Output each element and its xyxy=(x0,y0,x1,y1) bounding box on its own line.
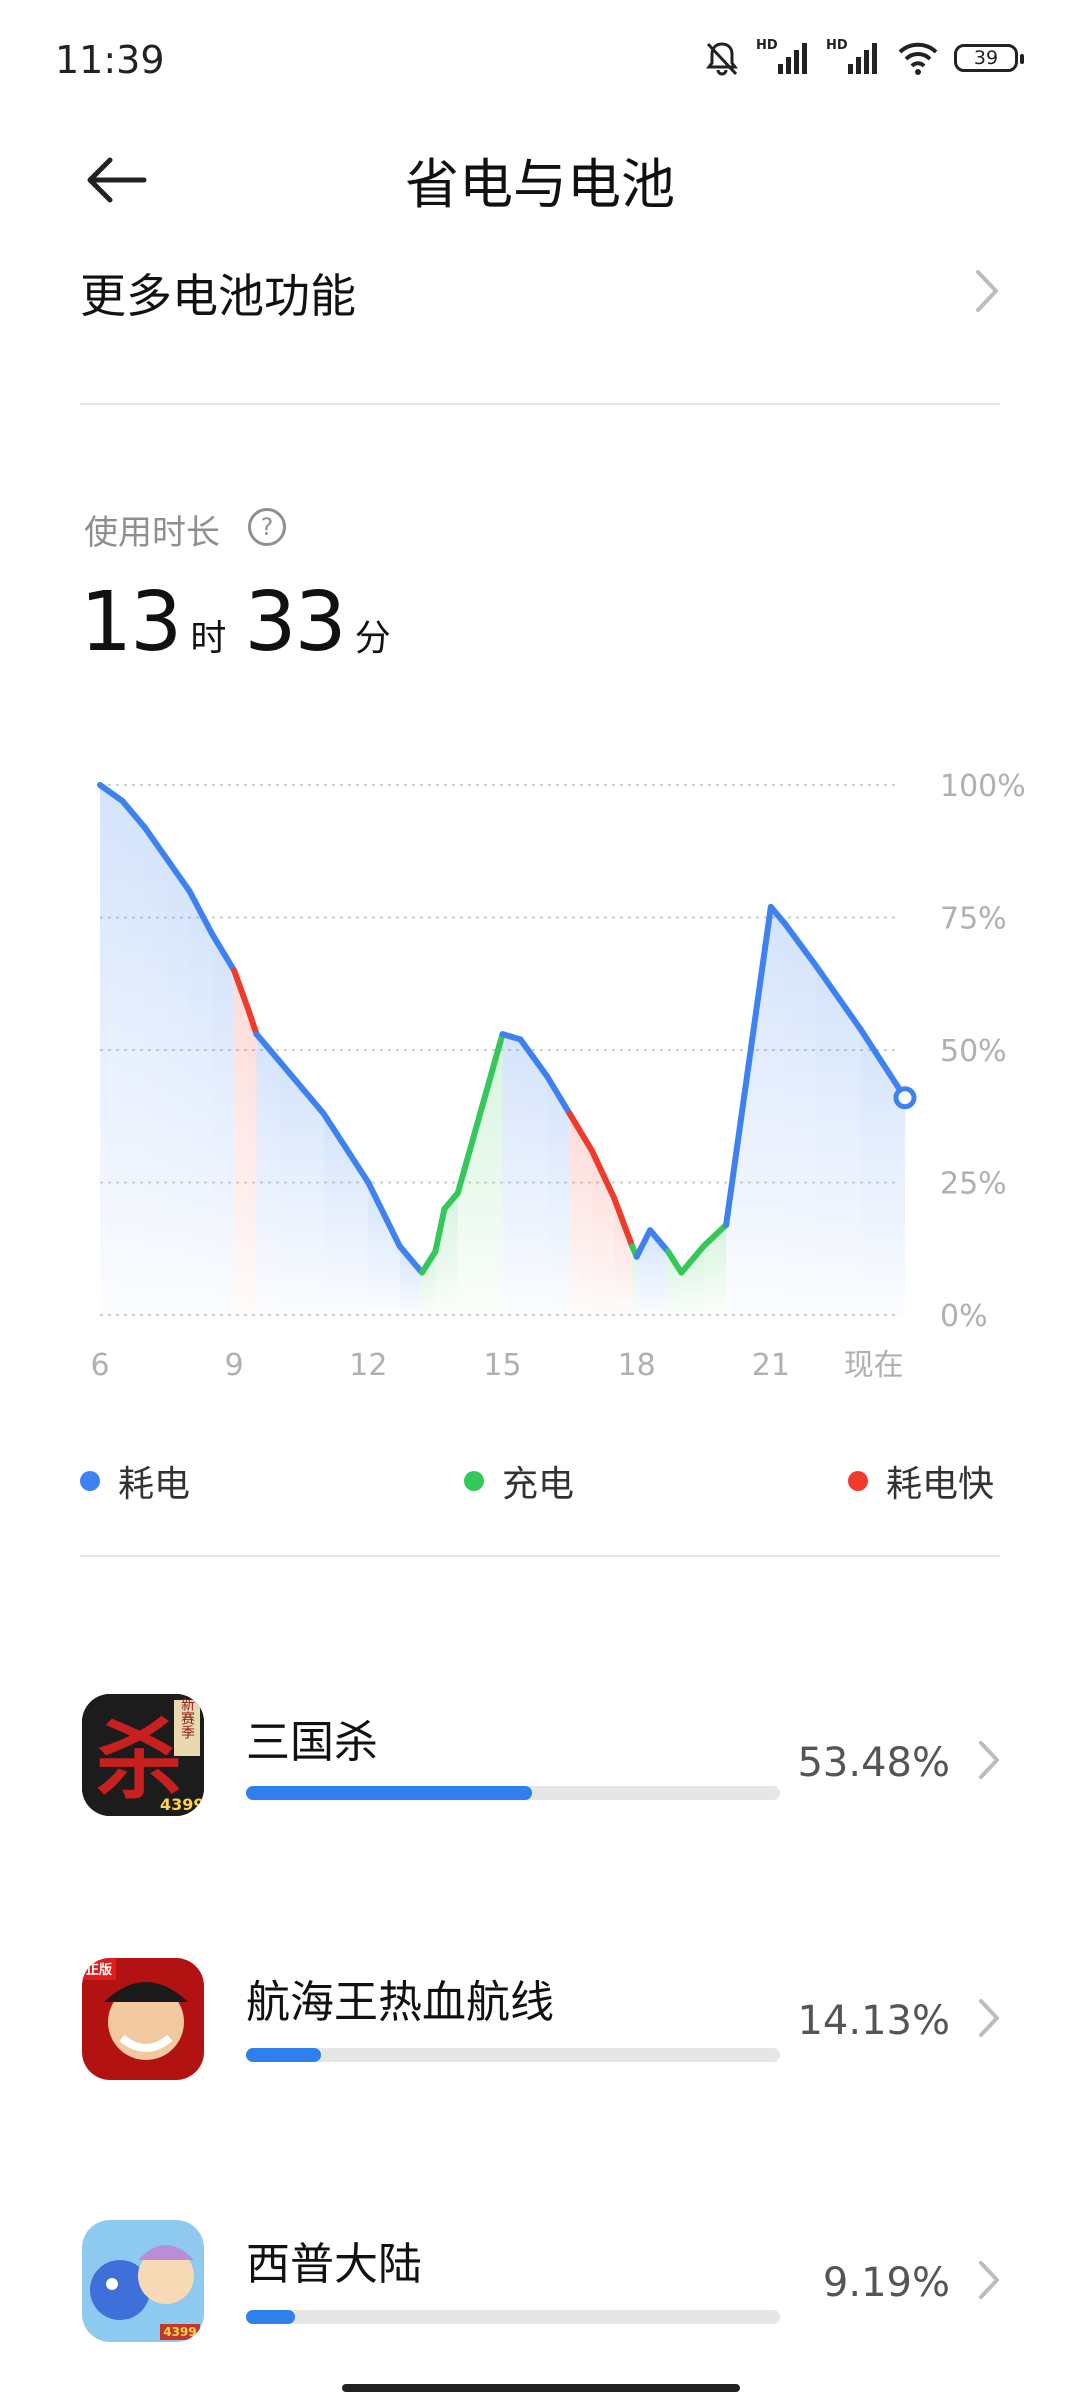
signal-2-icon: HD xyxy=(826,38,882,78)
more-battery-features-row[interactable]: 更多电池功能 xyxy=(0,240,1080,340)
x-tick-label: 6 xyxy=(90,1348,109,1383)
x-tick-label: 现在 xyxy=(844,1348,904,1383)
usage-minutes: 33 xyxy=(244,575,346,670)
signal-1-icon: HD xyxy=(756,38,812,78)
status-icons: HD HD 39 xyxy=(702,38,1024,78)
sanguosha-app-icon: 杀 新赛季 4399 xyxy=(82,1694,204,1816)
y-tick-label: 0% xyxy=(940,1299,988,1334)
page-title: 省电与电池 xyxy=(405,153,675,216)
chart-area-segment xyxy=(520,1039,548,1315)
usage-bar xyxy=(246,1786,780,1800)
usage-duration-label: 使用时长 xyxy=(84,513,220,553)
usage-percent: 9.19% xyxy=(822,2260,950,2306)
battery-level-chart: 100% 75% 50% 25% 0% 6 9 12 15 18 21 现在 xyxy=(90,769,1026,1383)
app-usage-row[interactable]: 杀 新赛季 4399 三国杀 53.48% xyxy=(0,1680,1080,1840)
chevron-right-icon xyxy=(976,270,998,312)
legend-charge-label: 充电 xyxy=(502,1464,575,1505)
y-tick-label: 75% xyxy=(940,902,1007,937)
usage-bar xyxy=(246,2048,780,2062)
x-tick-label: 15 xyxy=(483,1348,521,1383)
legend-fast-drain-label: 耗电快 xyxy=(886,1464,995,1505)
usage-hours: 13 xyxy=(80,575,182,670)
app1-sub: 4399 xyxy=(160,1795,204,1814)
mute-bell-icon xyxy=(706,42,738,76)
chart-area-segment xyxy=(211,933,235,1315)
usage-percent: 14.13% xyxy=(797,1998,950,2044)
y-tick-label: 25% xyxy=(940,1167,1007,1202)
divider-legend xyxy=(80,1555,1000,1557)
app-usage-row[interactable]: 4399 西普大陆 9.19% xyxy=(0,2204,1080,2364)
x-tick-label: 9 xyxy=(225,1348,244,1383)
app-name: 三国杀 xyxy=(246,1717,378,1768)
legend-charge: 充电 xyxy=(464,1455,574,1507)
more-battery-features-label: 更多电池功能 xyxy=(80,269,356,323)
chart-area-segment xyxy=(784,922,816,1315)
help-icon[interactable]: ? xyxy=(248,508,286,546)
usage-bar-fill xyxy=(246,2310,296,2324)
chevron-right-icon xyxy=(979,1999,999,2037)
chart-area-segment xyxy=(122,800,145,1315)
y-tick-label: 100% xyxy=(940,769,1026,804)
home-indicator[interactable] xyxy=(342,2384,740,2392)
chart-area-segment xyxy=(100,785,123,1315)
chevron-right-icon xyxy=(979,1741,999,1779)
x-tick-label: 18 xyxy=(618,1348,656,1383)
chart-area-segment xyxy=(502,1034,521,1315)
usage-minutes-unit: 分 xyxy=(354,618,391,659)
y-tick-label: 50% xyxy=(940,1034,1007,1069)
legend-drain-label: 耗电 xyxy=(118,1464,191,1505)
chart-area-segment xyxy=(247,1007,257,1315)
usage-percent: 53.48% xyxy=(797,1740,950,1786)
one-piece-app-icon: 正版 xyxy=(82,1958,204,2080)
hd-label-1: HD xyxy=(756,38,778,53)
legend-drain: 耗电 xyxy=(80,1455,190,1507)
app-name: 航海王热血航线 xyxy=(246,1977,554,2028)
chart-area-segment xyxy=(256,1034,279,1315)
xipu-dalu-app-icon: 4399 xyxy=(82,2220,204,2342)
app3-sub: 4399 xyxy=(163,2325,196,2339)
chevron-right-icon xyxy=(979,2261,999,2299)
app2-badge: 正版 xyxy=(86,1962,112,1978)
chart-area-segment xyxy=(234,970,248,1315)
app-usage-row[interactable]: 正版 航海王热血航线 14.13% xyxy=(0,1942,1080,2102)
current-level-marker xyxy=(893,1086,917,1110)
legend-drain-dot xyxy=(80,1471,100,1491)
usage-bar-fill xyxy=(246,2048,322,2062)
chart-area-segment xyxy=(278,1060,324,1315)
usage-duration-value: 13 时 33 分 xyxy=(80,575,409,670)
chart-area-segment xyxy=(770,906,785,1315)
chart-area-segment xyxy=(189,891,212,1315)
chart-area-segment xyxy=(144,827,168,1315)
legend-charge-dot xyxy=(464,1471,484,1491)
chart-area-segment xyxy=(860,1028,905,1315)
usage-bar-fill xyxy=(246,1786,532,1800)
chart-area-segment xyxy=(368,1182,400,1315)
chart-area-segment xyxy=(167,859,190,1315)
x-tick-label: 21 xyxy=(752,1348,790,1383)
x-tick-label: 12 xyxy=(349,1348,387,1383)
wifi-icon xyxy=(898,42,938,75)
legend-fast-drain: 耗电快 xyxy=(848,1455,994,1507)
divider-top xyxy=(80,403,1000,405)
app-name: 西普大陆 xyxy=(246,2239,422,2290)
legend-fast-drain-dot xyxy=(848,1471,868,1491)
usage-bar xyxy=(246,2310,780,2324)
app1-badge: 新赛季 xyxy=(179,1697,195,1739)
usage-hours-unit: 时 xyxy=(190,618,227,659)
status-time: 11:39 xyxy=(55,38,165,82)
hd-label-2: HD xyxy=(826,38,848,53)
battery-icon: 39 xyxy=(954,44,1024,72)
